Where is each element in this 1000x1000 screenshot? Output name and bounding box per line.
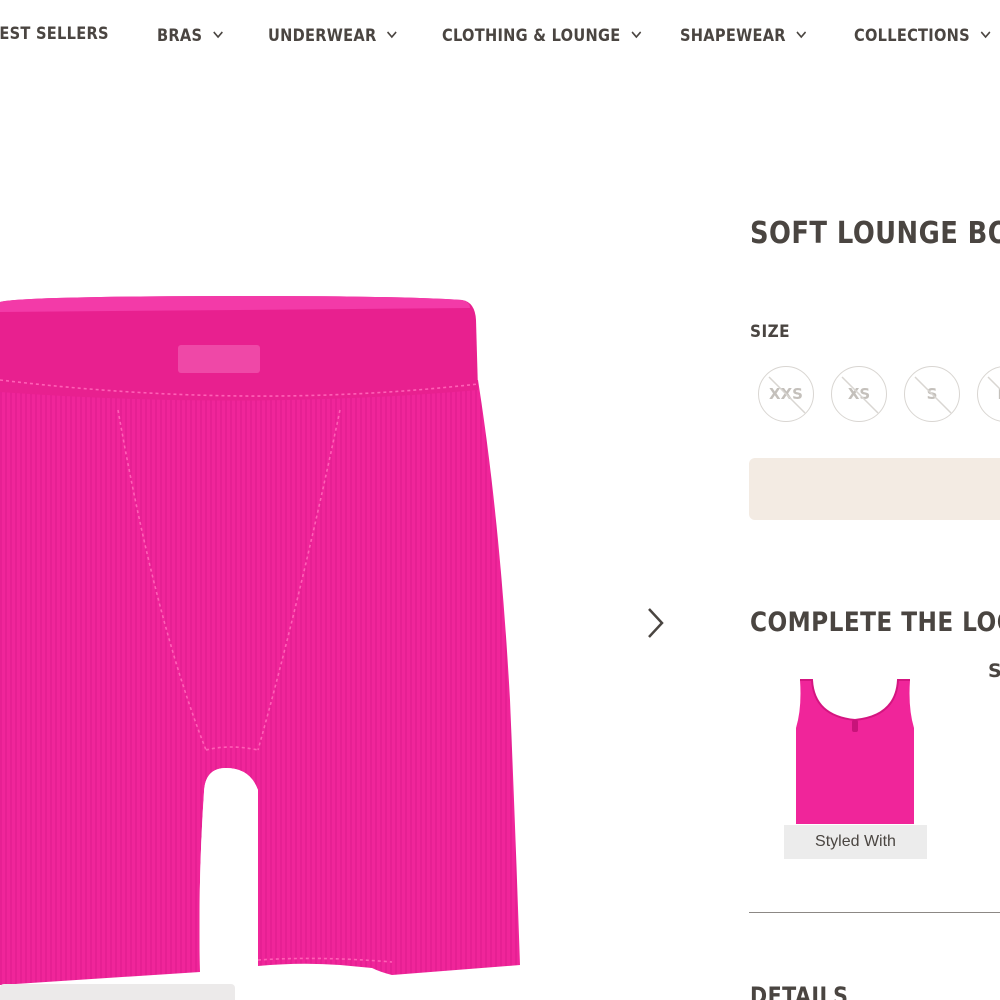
nav-item-label: COLLECTIONS [854, 26, 970, 46]
size-label: SIZE [750, 322, 791, 342]
chevron-down-icon [387, 24, 398, 44]
unavailable-strike-icon [987, 376, 1000, 391]
boxer-shorts-image [0, 296, 520, 985]
unavailable-strike-icon [841, 376, 879, 414]
nav-item-label: UNDERWEAR [268, 26, 377, 46]
nav-item-bras[interactable]: BRAS [157, 24, 223, 46]
unavailable-strike-icon [768, 376, 806, 414]
nav-item-clothing-lounge[interactable]: CLOTHING & LOUNGE [442, 24, 641, 46]
nav-item-label: BRAS [157, 26, 203, 46]
add-to-bag-button[interactable] [749, 458, 1000, 520]
product-title: SOFT LOUNGE BOXER [750, 216, 1000, 252]
tank-top-image [796, 679, 914, 824]
nav-item-label: BEST SELLERS [0, 24, 109, 44]
product-image[interactable] [0, 260, 560, 1000]
nav-item-collections[interactable]: COLLECTIONS [854, 24, 991, 46]
look-item-name-partial: S [988, 660, 1000, 682]
nav-item-best-sellers[interactable]: BEST SELLERS [0, 24, 109, 44]
chevron-down-icon [980, 24, 991, 44]
chevron-down-icon [631, 24, 641, 44]
product-page: BEST SELLERS BRAS UNDERWEAR CLOTHING & L… [0, 0, 1000, 1000]
complete-the-look-heading: COMPLETE THE LOOK [750, 607, 1000, 639]
size-option-xs[interactable]: XS [831, 366, 887, 422]
styled-with-badge: Styled With [784, 825, 927, 859]
details-heading[interactable]: DETAILS [750, 982, 848, 1000]
chevron-right-icon [648, 608, 664, 638]
nav-item-label: CLOTHING & LOUNGE [442, 26, 621, 46]
gallery-next-button[interactable] [640, 603, 670, 643]
size-option-s[interactable]: S [904, 366, 960, 422]
nav-item-shapewear[interactable]: SHAPEWEAR [680, 24, 807, 46]
chevron-down-icon [796, 24, 807, 44]
nav-item-underwear[interactable]: UNDERWEAR [268, 24, 398, 46]
size-option-m[interactable]: M [977, 366, 1000, 422]
nav-item-label: SHAPEWEAR [680, 26, 786, 46]
chevron-down-icon [213, 24, 223, 44]
divider [749, 912, 1000, 913]
unavailable-strike-icon [914, 376, 952, 414]
size-option-xxs[interactable]: XXS [758, 366, 814, 422]
main-nav: BEST SELLERS BRAS UNDERWEAR CLOTHING & L… [0, 0, 1000, 72]
image-thumbnail-strip[interactable] [0, 984, 235, 1000]
